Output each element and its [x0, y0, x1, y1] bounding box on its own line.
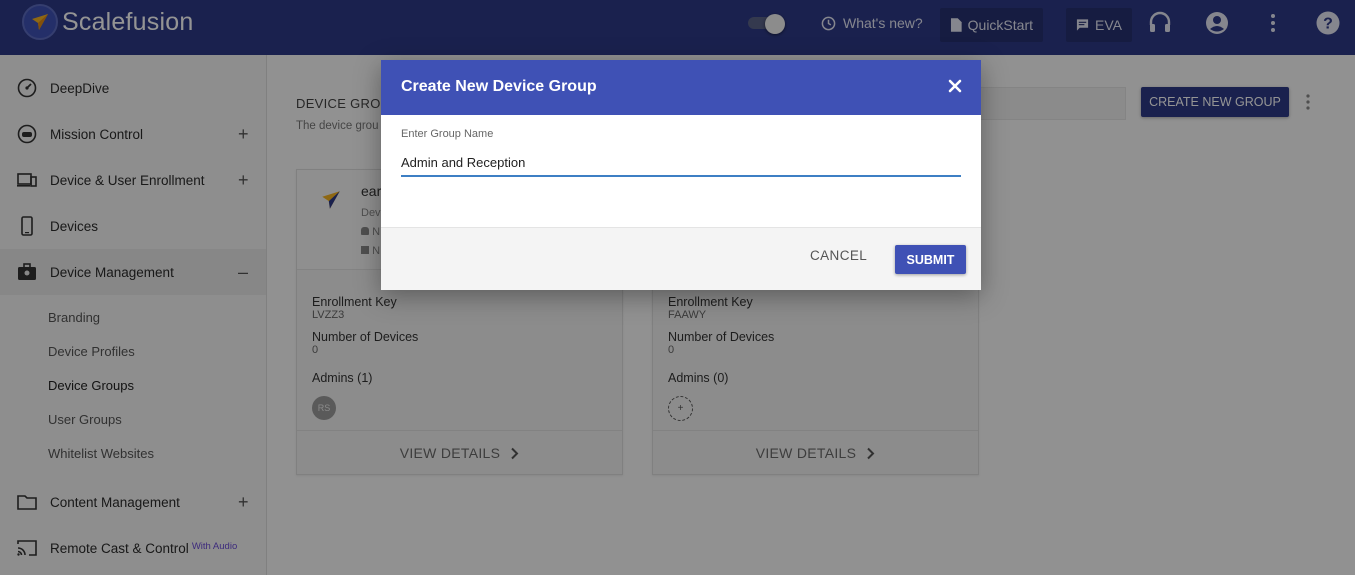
group-name-field-label: Enter Group Name — [401, 128, 494, 140]
dialog-footer: CANCEL SUBMIT — [381, 227, 981, 290]
cancel-button[interactable]: CANCEL — [810, 248, 867, 263]
dialog-title: Create New Device Group — [401, 78, 597, 95]
close-icon[interactable] — [945, 76, 965, 96]
submit-button[interactable]: SUBMIT — [895, 245, 966, 274]
group-name-input[interactable] — [401, 149, 961, 177]
create-device-group-dialog: Create New Device Group Enter Group Name… — [381, 60, 981, 290]
dialog-header: Create New Device Group — [381, 60, 981, 115]
